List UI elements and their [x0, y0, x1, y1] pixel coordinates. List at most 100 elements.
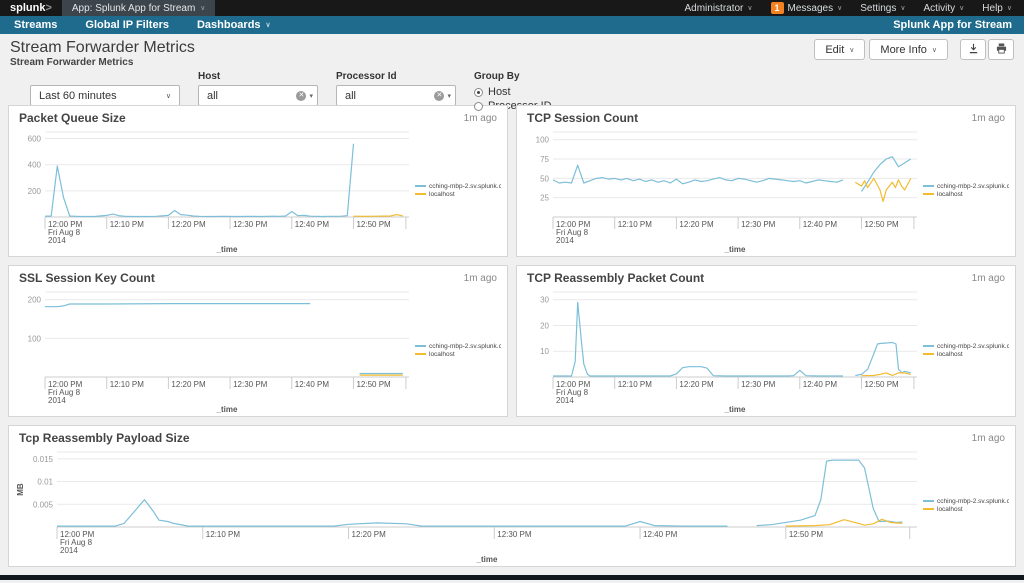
export-button[interactable] [960, 39, 986, 60]
svg-text:0.01: 0.01 [37, 478, 53, 487]
panel-tcp-reassembly-payload-size: Tcp Reassembly Payload Size 1m ago 0.005… [8, 425, 1016, 567]
svg-text:600: 600 [28, 135, 42, 144]
legend-item[interactable]: cching-mbp-2.sv.splunk.com [923, 498, 1009, 505]
legend-item[interactable]: localhost [923, 191, 1009, 198]
chart-legend: cching-mbp-2.sv.splunk.com localhost [923, 446, 1011, 564]
panel-packet-queue-size: Packet Queue Size 1m ago 200 400 600 12:00 … [8, 105, 508, 257]
svg-text:10: 10 [540, 347, 549, 356]
edit-button[interactable]: Edit ∨ [814, 39, 866, 60]
print-button[interactable] [988, 39, 1014, 60]
chevron-down-icon: ∨ [931, 46, 937, 54]
legend-swatch-icon [923, 500, 934, 502]
legend-swatch-icon [415, 353, 426, 355]
svg-text:50: 50 [540, 174, 549, 183]
panel-title: TCP Reassembly Packet Count [527, 271, 705, 285]
svg-text:20: 20 [540, 321, 549, 330]
svg-text:12:50 PM: 12:50 PM [864, 380, 899, 389]
radio-icon [474, 87, 483, 97]
chart-tcp-session-count[interactable]: 25 50 75 100 12:00 PM Fri Aug 8 2014 12:10 PM 12… [521, 126, 923, 254]
clear-icon[interactable]: ✕ [434, 90, 445, 101]
settings-menu[interactable]: Settings ∨ [860, 3, 905, 14]
refresh-age-label: 1m ago [463, 112, 497, 124]
svg-text:_time: _time [724, 405, 746, 414]
legend-swatch-icon [923, 185, 934, 187]
messages-count-badge: 1 [770, 2, 784, 14]
nav-item-streams[interactable]: Streams [0, 19, 71, 31]
activity-menu[interactable]: Activity ∨ [924, 3, 965, 14]
legend-item[interactable]: localhost [923, 506, 1009, 513]
svg-text:_time: _time [724, 245, 746, 254]
legend-swatch-icon [415, 193, 426, 195]
host-input-wrap: ✕ ▾ [198, 85, 318, 106]
svg-text:12:50 PM: 12:50 PM [864, 220, 899, 229]
chart-tcp-reassembly-packet-count[interactable]: 10 20 30 12:00 PM Fri Aug 8 2014 12:10 PM 12:20… [521, 286, 923, 414]
chart-tcp-reassembly-payload-size[interactable]: 0.005 0.01 0.015 12:00 PM Fri Aug 8 2014 12:10… [13, 446, 923, 564]
svg-text:30: 30 [540, 296, 549, 305]
legend-item[interactable]: localhost [923, 351, 1009, 358]
nav-item-dashboards[interactable]: Dashboards ∨ [183, 19, 285, 31]
svg-text:12:10 PM: 12:10 PM [206, 530, 241, 539]
chevron-down-icon[interactable]: ▾ [447, 92, 451, 100]
legend-item[interactable]: cching-mbp-2.sv.splunk.com [415, 183, 501, 190]
legend-swatch-icon [923, 345, 934, 347]
svg-text:_time: _time [476, 555, 498, 564]
svg-text:2014: 2014 [556, 236, 574, 245]
panel-title: SSL Session Key Count [19, 271, 155, 285]
legend-item[interactable]: localhost [415, 351, 501, 358]
chevron-down-icon: ∨ [747, 5, 753, 12]
panel-tcp-session-count: TCP Session Count 1m ago 25 50 75 100 12:00 … [516, 105, 1016, 257]
svg-text:75: 75 [540, 155, 549, 164]
help-menu[interactable]: Help ∨ [982, 3, 1012, 14]
chart-legend: cching-mbp-2.sv.splunk.com localhost [415, 286, 503, 414]
legend-item[interactable]: cching-mbp-2.sv.splunk.com [923, 183, 1009, 190]
svg-text:12:30 PM: 12:30 PM [497, 530, 532, 539]
app-nav-bar: Streams Global IP Filters Dashboards ∨ Sp… [0, 16, 1024, 34]
legend-item[interactable]: cching-mbp-2.sv.splunk.com [923, 343, 1009, 350]
svg-text:12:20 PM: 12:20 PM [679, 220, 714, 229]
chevron-down-icon: ∨ [849, 46, 855, 54]
chart-packet-queue-size[interactable]: 200 400 600 12:00 PM Fri Aug 8 2014 12:10 PM 12… [13, 126, 415, 254]
svg-text:2014: 2014 [60, 546, 78, 555]
panel-title: Tcp Reassembly Payload Size [19, 431, 190, 445]
legend-swatch-icon [923, 508, 934, 510]
printer-icon [996, 42, 1007, 57]
nav-item-global-ip-filters[interactable]: Global IP Filters [71, 19, 183, 31]
refresh-age-label: 1m ago [971, 112, 1005, 124]
svg-text:12:20 PM: 12:20 PM [352, 530, 387, 539]
processor-id-input[interactable] [345, 89, 435, 102]
download-icon [968, 43, 979, 57]
svg-text:12:40 PM: 12:40 PM [295, 380, 330, 389]
host-input[interactable] [207, 89, 297, 102]
messages-menu[interactable]: 1 Messages ∨ [770, 2, 842, 14]
svg-text:12:10 PM: 12:10 PM [618, 220, 653, 229]
svg-text:12:10 PM: 12:10 PM [618, 380, 653, 389]
svg-text:25: 25 [540, 194, 549, 203]
footer-bar [0, 575, 1024, 580]
panel-tcp-reassembly-packet-count: TCP Reassembly Packet Count 1m ago 10 20 3… [516, 265, 1016, 417]
chevron-down-icon[interactable]: ▾ [309, 92, 313, 100]
more-info-button[interactable]: More Info ∨ [869, 39, 948, 60]
svg-text:_time: _time [216, 405, 238, 414]
radio-icon [474, 101, 483, 111]
processor-input-wrap: ✕ ▾ [336, 85, 456, 106]
svg-text:12:20 PM: 12:20 PM [171, 380, 206, 389]
legend-item[interactable]: localhost [415, 191, 501, 198]
time-range-picker[interactable]: Last 60 minutes ∨ [30, 85, 180, 106]
legend-item[interactable]: cching-mbp-2.sv.splunk.com [415, 343, 501, 350]
legend-swatch-icon [415, 185, 426, 187]
splunk-logo[interactable]: splunk> [0, 2, 62, 14]
panel-ssl-session-key-count: SSL Session Key Count 1m ago 100 200 12:00… [8, 265, 508, 417]
chevron-down-icon: ∨ [959, 5, 965, 12]
svg-text:2014: 2014 [48, 236, 66, 245]
group-by-host-radio[interactable]: Host [474, 86, 552, 98]
svg-text:200: 200 [28, 296, 42, 305]
svg-text:12:50 PM: 12:50 PM [356, 380, 391, 389]
app-menu[interactable]: App: Splunk App for Stream ∨ [61, 0, 216, 16]
svg-text:12:40 PM: 12:40 PM [803, 220, 838, 229]
chevron-down-icon: ∨ [265, 22, 271, 29]
clear-icon[interactable]: ✕ [296, 90, 307, 101]
svg-text:12:40 PM: 12:40 PM [295, 220, 330, 229]
chart-ssl-session-key-count[interactable]: 100 200 12:00 PM Fri Aug 8 2014 12:10 PM 12:20… [13, 286, 415, 414]
user-menu[interactable]: Administrator ∨ [684, 3, 752, 14]
chevron-down-icon: ∨ [1006, 5, 1012, 12]
